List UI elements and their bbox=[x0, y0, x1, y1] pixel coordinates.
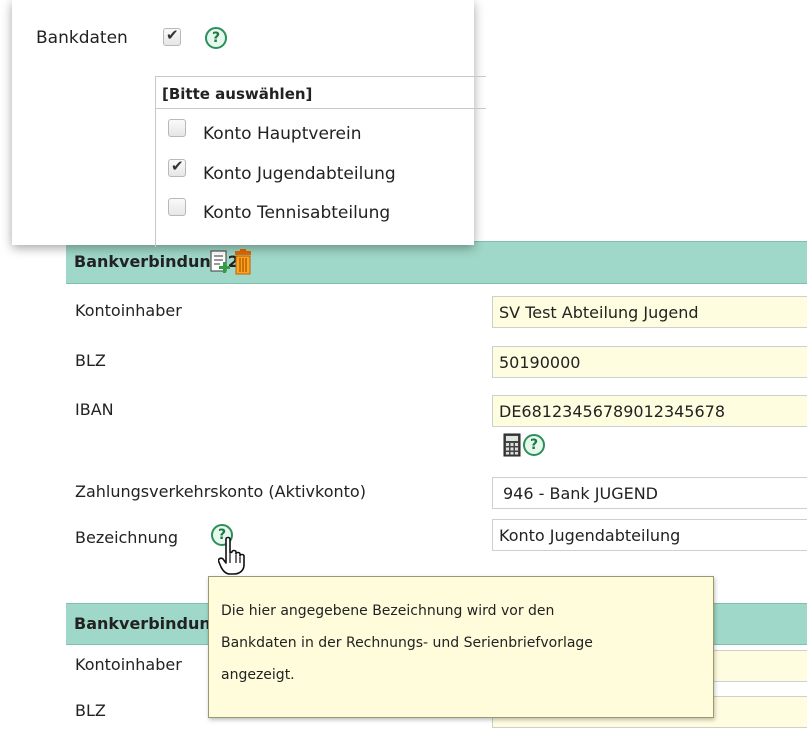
label-blz-2: BLZ bbox=[75, 701, 106, 720]
calculator-icon[interactable] bbox=[503, 433, 521, 457]
select-placeholder[interactable]: [Bitte auswählen] bbox=[162, 85, 312, 103]
bankdaten-checkbox[interactable]: ✔ bbox=[163, 26, 181, 46]
option-checkbox-jugendabteilung[interactable]: ✔ bbox=[168, 157, 186, 177]
label-kontoinhaber: Kontoinhaber bbox=[75, 301, 182, 320]
tooltip-line-2: Bankdaten in der Rechnungs- und Serienbr… bbox=[221, 635, 593, 651]
tooltip-line-1: Die hier angegebene Bezeichnung wird vor… bbox=[221, 603, 555, 619]
iban-help-icon[interactable]: ? bbox=[523, 434, 545, 456]
label-blz: BLZ bbox=[75, 351, 106, 370]
kontoinhaber-input[interactable]: SV Test Abteilung Jugend bbox=[492, 296, 807, 328]
label-iban: IBAN bbox=[75, 400, 114, 419]
tooltip-line-3: angezeigt. bbox=[221, 667, 295, 683]
iban-input[interactable]: DE68123456789012345678 bbox=[492, 395, 807, 427]
section-title-2: Bankverbindung bbox=[74, 614, 223, 633]
page: Bankverbindung 2 Kontoinhaber SV Test Ab… bbox=[0, 0, 807, 734]
document-add-icon[interactable] bbox=[210, 250, 232, 274]
label-zahlungsverkehrskonto: Zahlungsverkehrskonto (Aktivkonto) bbox=[75, 482, 366, 501]
option-checkbox-hauptverein[interactable] bbox=[168, 119, 186, 137]
option-label-tennisabteilung[interactable]: Konto Tennisabteilung bbox=[203, 203, 390, 223]
bezeichnung-tooltip: Die hier angegebene Bezeichnung wird vor… bbox=[208, 576, 714, 718]
hand-cursor-icon bbox=[217, 536, 246, 580]
checkmark-icon: ✔ bbox=[171, 157, 184, 175]
blz-input[interactable]: 50190000 bbox=[492, 346, 807, 378]
zahlungsverkehrskonto-select[interactable]: 946 - Bank JUGEND bbox=[492, 477, 807, 509]
trash-icon[interactable] bbox=[233, 249, 253, 275]
option-label-hauptverein[interactable]: Konto Hauptverein bbox=[203, 124, 361, 144]
bankdaten-label: Bankdaten bbox=[36, 28, 128, 48]
label-bezeichnung: Bezeichnung bbox=[75, 528, 179, 547]
option-label-jugendabteilung[interactable]: Konto Jugendabteilung bbox=[203, 164, 396, 184]
section-header-bankverbindung-2: Bankverbindung 2 bbox=[66, 241, 807, 284]
bezeichnung-input[interactable]: Konto Jugendabteilung bbox=[492, 519, 807, 551]
bankdaten-help-icon[interactable]: ? bbox=[205, 27, 227, 49]
form-body bbox=[66, 284, 807, 604]
label-kontoinhaber-2: Kontoinhaber bbox=[75, 655, 182, 674]
option-checkbox-tennisabteilung[interactable] bbox=[168, 198, 186, 216]
select-divider bbox=[156, 108, 486, 109]
checkmark-icon: ✔ bbox=[166, 26, 179, 44]
bankdaten-panel: Bankdaten ✔ ? [Bitte auswählen] Konto Ha… bbox=[12, 0, 486, 247]
